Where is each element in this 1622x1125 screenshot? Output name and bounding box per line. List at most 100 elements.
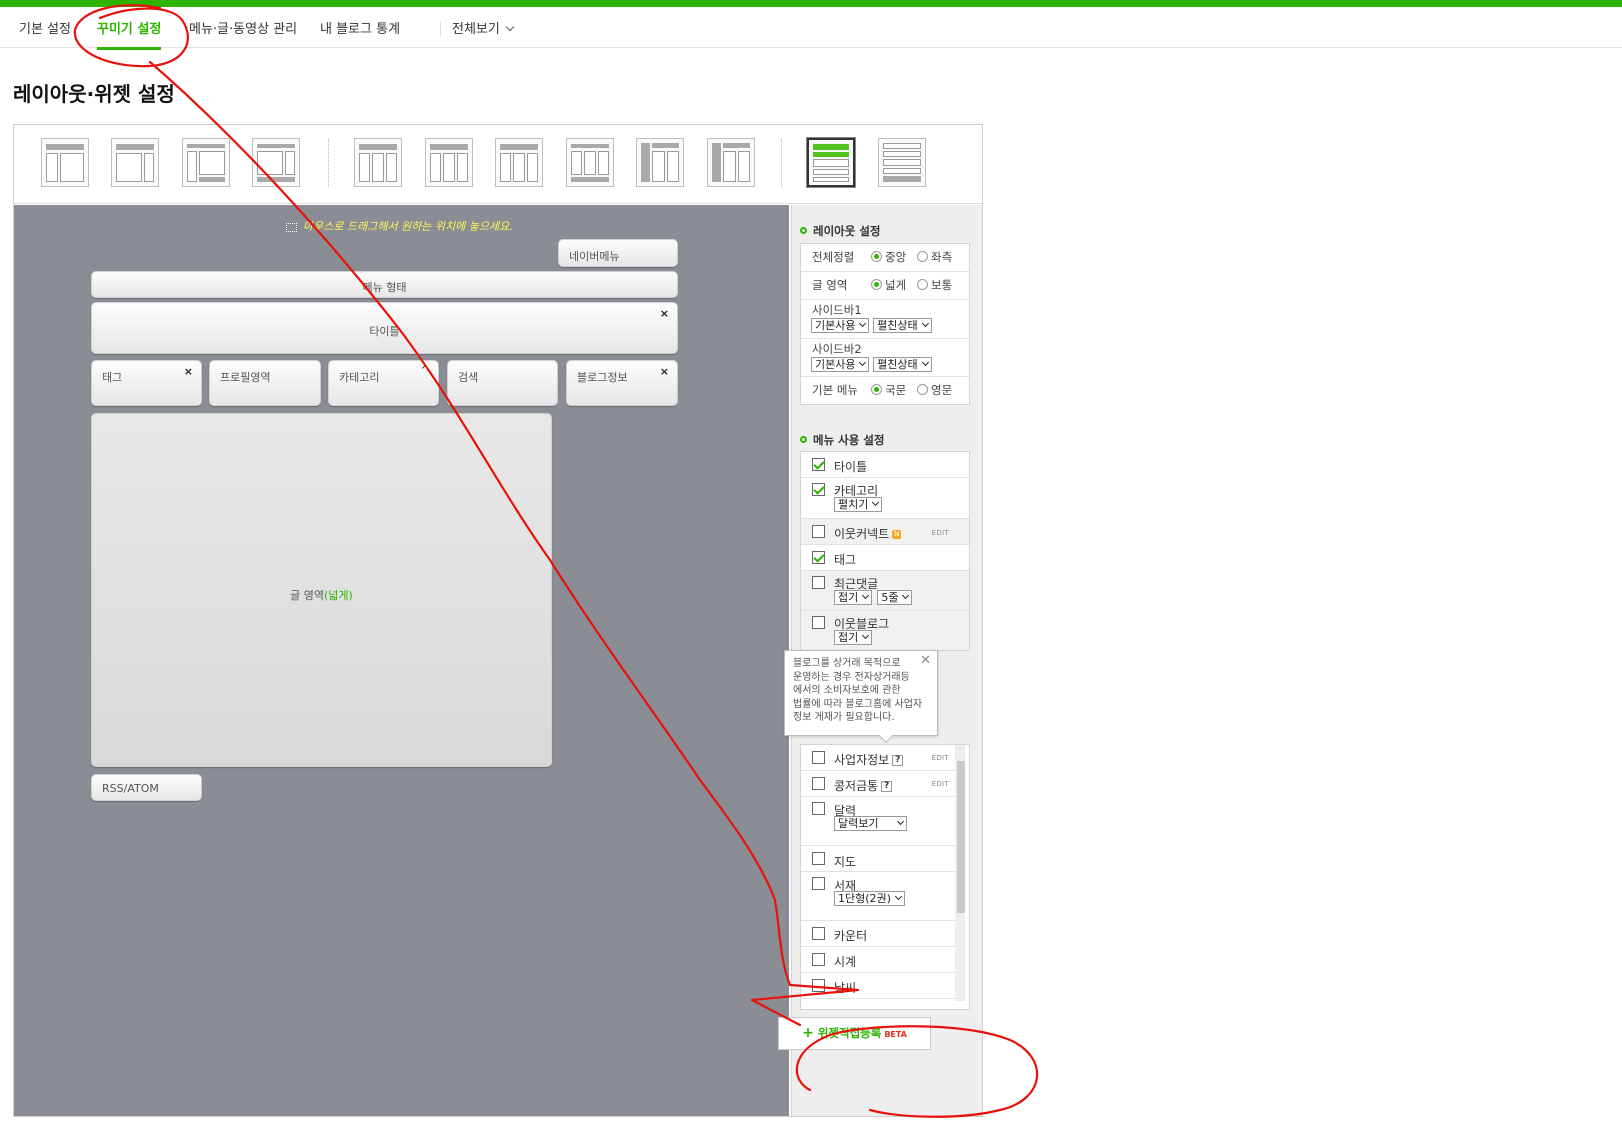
- checkbox-icon[interactable]: [812, 576, 825, 589]
- tab-menu-post-video[interactable]: 메뉴·글·동영상 관리: [189, 18, 297, 37]
- radio-icon: [917, 251, 928, 262]
- all-view-label: 전체보기: [452, 22, 500, 37]
- close-icon[interactable]: ×: [660, 307, 669, 320]
- add-widget-button[interactable]: + 위젯직접등록 BETA: [778, 1017, 931, 1050]
- menu-item-recent-comments[interactable]: 최근댓글 접기 5줄: [801, 571, 969, 611]
- layout-option-10[interactable]: [707, 138, 755, 187]
- close-icon[interactable]: ×: [660, 365, 669, 378]
- menu-item-business-info[interactable]: 사업자정보? EDIT: [801, 745, 955, 771]
- layout-option-3[interactable]: [182, 138, 230, 187]
- menu-item-title[interactable]: 타이틀: [801, 452, 969, 478]
- widget-naver-menu[interactable]: 네이버메뉴: [558, 239, 678, 267]
- layout-option-1[interactable]: [41, 138, 89, 187]
- checkbox-icon[interactable]: [812, 877, 825, 890]
- post-area-label: 글 영역(넓게): [92, 587, 551, 603]
- layout-option-7[interactable]: [495, 138, 543, 187]
- close-icon[interactable]: ×: [184, 365, 193, 378]
- menu-item-clock[interactable]: 시계: [801, 947, 955, 973]
- widget-title[interactable]: 타이틀 ×: [91, 302, 678, 354]
- close-icon[interactable]: ✕: [920, 654, 931, 668]
- menu-lang-korean[interactable]: 국문: [871, 377, 906, 403]
- layout-option-9[interactable]: [636, 138, 684, 187]
- menu-item-counter[interactable]: 카운터: [801, 921, 955, 947]
- layout-option-12[interactable]: [878, 138, 926, 187]
- menu-item-calendar[interactable]: 달력 달력보기: [801, 797, 955, 846]
- checkbox-icon[interactable]: [812, 551, 825, 564]
- sidebar2-use-select[interactable]: 기본사용: [811, 357, 870, 372]
- menu-item-bookshelf[interactable]: 서재 1단형(2권): [801, 872, 955, 921]
- neighbor-blog-mode-select[interactable]: 접기: [834, 630, 873, 645]
- menu-item-neighbor-blog[interactable]: 이웃블로그 접기: [801, 611, 969, 650]
- bookshelf-mode-select[interactable]: 1단형(2권): [834, 891, 905, 906]
- menu-scrollbar[interactable]: [955, 745, 965, 1001]
- edit-link[interactable]: EDIT: [932, 754, 949, 762]
- checkbox-icon[interactable]: [812, 979, 825, 992]
- layout-option-6[interactable]: [425, 138, 473, 187]
- business-info-label: 사업자정보?: [834, 751, 904, 768]
- edit-link[interactable]: EDIT: [932, 529, 949, 537]
- help-icon[interactable]: ?: [881, 781, 893, 792]
- width-option-wide[interactable]: 넓게: [871, 272, 906, 299]
- sidebar2-state-select[interactable]: 펼친상태: [873, 357, 932, 372]
- help-icon[interactable]: ?: [892, 755, 904, 766]
- menu-item-category[interactable]: 카테고리 펼치기: [801, 478, 969, 519]
- category-mode-select[interactable]: 펼치기: [834, 497, 883, 512]
- recent-comments-mode-select[interactable]: 접기: [834, 590, 873, 605]
- align-label: 전체정렬: [812, 250, 855, 264]
- widget-category[interactable]: 카테고리 ^: [328, 360, 439, 406]
- widget-post-area[interactable]: 글 영역(넓게): [91, 413, 552, 767]
- post-area-text: 글 영역: [290, 589, 325, 602]
- checkbox-icon[interactable]: [812, 953, 825, 966]
- align-row: 전체정렬 중앙 좌측: [801, 244, 969, 272]
- chevron-up-icon[interactable]: ^: [421, 365, 429, 376]
- checkbox-icon[interactable]: [812, 852, 825, 865]
- menu-item-tag-label: 태그: [834, 553, 857, 567]
- checkbox-icon[interactable]: [812, 525, 825, 538]
- chevron-down-icon: [862, 631, 870, 640]
- tab-basic-settings[interactable]: 기본 설정: [19, 18, 71, 37]
- align-option-center[interactable]: 중앙: [871, 244, 906, 271]
- checkbox-icon[interactable]: [812, 751, 825, 764]
- widget-menu-type[interactable]: 메뉴 형태: [91, 271, 678, 298]
- menu-item-map[interactable]: 지도: [801, 846, 955, 872]
- widget-profile[interactable]: 프로필영역: [209, 360, 321, 406]
- checkbox-icon[interactable]: [812, 483, 825, 496]
- sidebar1-state-select[interactable]: 펼친상태: [873, 318, 932, 333]
- sidebar1-use-select[interactable]: 기본사용: [811, 318, 870, 333]
- tab-blog-stats[interactable]: 내 블로그 통계: [320, 18, 400, 37]
- sidebar2-row: 사이드바2 기본사용 펼친상태: [801, 339, 969, 377]
- chevron-down-icon: [859, 358, 867, 367]
- chevron-down-icon: [505, 22, 515, 32]
- menu-lang-english[interactable]: 영문: [917, 377, 952, 403]
- widget-search[interactable]: 검색: [447, 360, 558, 406]
- checkbox-icon[interactable]: [812, 802, 825, 815]
- menu-item-neighbor-connect[interactable]: 이웃커넥트 N EDIT: [801, 519, 969, 545]
- widget-tag[interactable]: 태그 ×: [91, 360, 202, 406]
- edit-link[interactable]: EDIT: [932, 780, 949, 788]
- widget-rss[interactable]: RSS/ATOM: [91, 774, 202, 801]
- scrollbar-thumb[interactable]: [957, 761, 965, 913]
- widget-blog-info-label: 블로그정보: [577, 371, 628, 384]
- recent-comments-count-select[interactable]: 5줄: [877, 590, 913, 605]
- layout-option-11-selected[interactable]: [807, 138, 855, 187]
- tab-all-view[interactable]: 전체보기: [452, 18, 515, 37]
- layout-option-4[interactable]: [252, 138, 300, 187]
- menu-item-weather[interactable]: 날씨: [801, 973, 955, 999]
- calendar-mode-select[interactable]: 달력보기: [834, 816, 908, 831]
- checkbox-icon[interactable]: [812, 616, 825, 629]
- layout-option-5[interactable]: [354, 138, 402, 187]
- menu-item-tag[interactable]: 태그: [801, 545, 969, 571]
- tab-design-settings[interactable]: 꾸미기 설정: [97, 18, 162, 50]
- widget-blog-info[interactable]: 블로그정보 ×: [566, 360, 678, 406]
- radio-icon: [871, 384, 882, 395]
- menu-item-loan[interactable]: 콩저금통? EDIT: [801, 771, 955, 797]
- checkbox-icon[interactable]: [812, 777, 825, 790]
- clock-label: 시계: [834, 955, 857, 969]
- chevron-down-icon: [872, 498, 880, 507]
- checkbox-icon[interactable]: [812, 927, 825, 940]
- layout-option-2[interactable]: [111, 138, 159, 187]
- checkbox-icon[interactable]: [812, 458, 825, 471]
- width-option-normal[interactable]: 보통: [917, 272, 952, 299]
- align-option-left[interactable]: 좌측: [917, 244, 952, 271]
- layout-option-8[interactable]: [566, 138, 614, 187]
